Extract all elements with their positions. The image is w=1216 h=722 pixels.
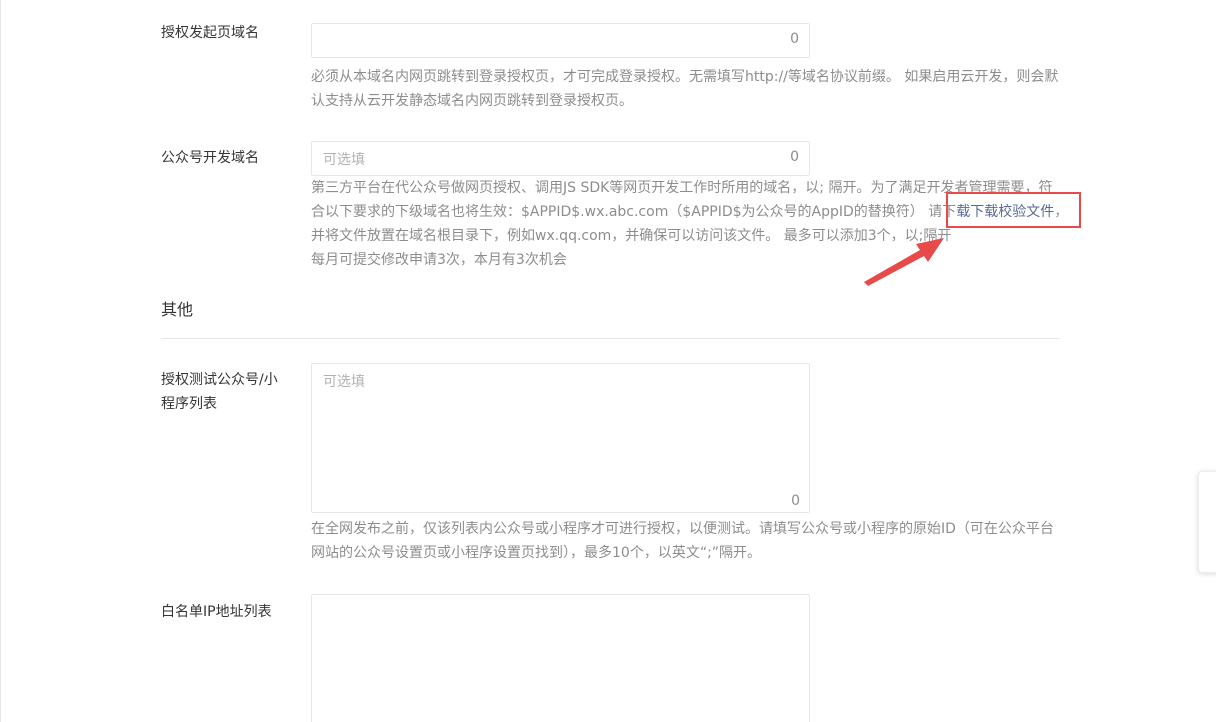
section-divider [161, 338, 1060, 339]
arrow-icon [864, 238, 944, 286]
char-counter: 0 [791, 493, 800, 509]
char-counter: 0 [790, 31, 799, 47]
floating-side-widget[interactable] [1198, 471, 1216, 573]
test-list-help: 在全网发布之前，仅该列表内公众号或小程序才可进行授权，以便测试。请填写公众号或小… [311, 521, 1054, 561]
ip-whitelist-textarea[interactable] [311, 594, 810, 722]
placeholder-text: 可选填 [323, 374, 365, 390]
mp-dev-domain-label: 公众号开发域名 [161, 150, 259, 166]
auth-domain-input[interactable]: 0 [311, 23, 810, 58]
test-list-textarea[interactable]: 可选填 0 [311, 363, 810, 513]
page: 授权发起页域名 0 必须从本域名内网页跳转到登录授权页，才可完成登录授权。无需填… [0, 0, 1216, 722]
ip-whitelist-label: 白名单IP地址列表 [161, 604, 272, 620]
highlight-box [946, 192, 1081, 228]
test-list-label: 授权测试公众号/小程序列表 [161, 372, 278, 412]
mp-dev-domain-input[interactable]: 可选填 0 [311, 141, 810, 176]
section-title-other: 其他 [161, 300, 194, 319]
char-counter: 0 [790, 149, 799, 165]
help-line: 每月可提交修改申请3次，本月有3次机会 [311, 252, 567, 268]
auth-domain-label: 授权发起页域名 [161, 25, 259, 41]
content-border [0, 0, 1, 722]
placeholder-text: 可选填 [323, 152, 365, 168]
auth-domain-help: 必须从本域名内网页跳转到登录授权页，才可完成登录授权。无需填写http://等域… [311, 69, 1059, 109]
help-text: 合以下要求的下级域名也将生效：$APPID$.wx.abc.com（$APPID… [311, 204, 957, 220]
